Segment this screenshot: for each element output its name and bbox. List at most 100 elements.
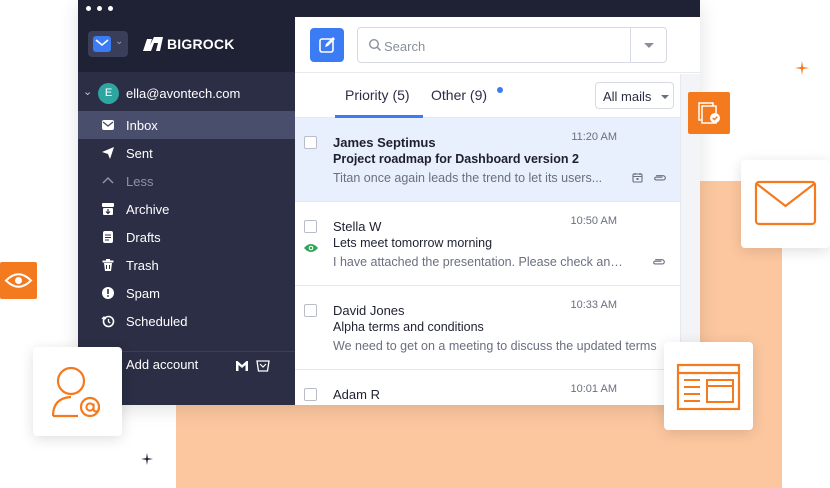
message-list: James Septimus Project roadmap for Dashb… [295, 118, 680, 405]
other-mail-provider-icon[interactable] [256, 359, 270, 372]
account-email: ella@avontech.com [126, 86, 241, 101]
message-sender: Adam R [333, 387, 380, 402]
message-sender: James Septimus [333, 135, 436, 150]
user-email-icon [51, 366, 101, 418]
sidebar-item-scheduled[interactable]: Scheduled [78, 307, 295, 335]
message-subject: Project roadmap for Dashboard version 2 [333, 152, 579, 166]
message-row[interactable]: Adam R 10:01 AM [295, 370, 680, 405]
bigrock-logo-icon [143, 37, 163, 51]
window-control-dot[interactable] [86, 6, 91, 11]
message-checkbox[interactable] [304, 136, 317, 149]
search-icon [368, 38, 382, 52]
tab-priority[interactable]: Priority (5) [345, 87, 410, 103]
message-sender: David Jones [333, 303, 405, 318]
message-time: 11:20 AM [571, 131, 617, 143]
brand-name: BIGROCK [167, 36, 235, 52]
message-preview: We need to get on a meeting to discuss t… [333, 339, 657, 353]
sparkle-icon [141, 453, 153, 465]
chevron-down-icon: ⌄ [115, 36, 124, 47]
gmail-icon[interactable] [235, 360, 249, 372]
window-titlebar [78, 0, 700, 17]
search-input[interactable] [384, 37, 624, 55]
eye-icon [304, 244, 318, 252]
chevron-down-icon [661, 95, 669, 99]
attachment-icon [654, 175, 667, 181]
message-checkbox[interactable] [304, 304, 317, 317]
folders-check-icon [698, 102, 720, 124]
tab-other[interactable]: Other (9) [431, 87, 487, 103]
chevron-up-icon [102, 176, 114, 184]
mail-app-window: ⌄ BIGROCK ⌄ E ella@avontech.com Inbox Se… [78, 0, 700, 405]
brand-logo: BIGROCK [142, 36, 235, 52]
browser-layout-icon [676, 363, 741, 411]
inbox-icon [102, 120, 114, 130]
message-indicators [632, 172, 667, 184]
avatar: E [98, 83, 119, 104]
window-control-dot[interactable] [108, 6, 113, 11]
mail-filter-label: All mails [603, 89, 652, 104]
add-account-label: Add account [126, 357, 199, 372]
sparkle-icon [795, 61, 809, 75]
message-preview: Titan once again leads the trend to let … [333, 171, 603, 185]
search-box [357, 27, 667, 63]
sidebar-item-trash[interactable]: Trash [78, 251, 295, 279]
mail-filter-dropdown[interactable]: All mails [595, 82, 674, 109]
sidebar-item-label: Spam [126, 286, 160, 301]
message-row[interactable]: James Septimus Project roadmap for Dashb… [295, 118, 680, 202]
search-options-dropdown[interactable] [630, 28, 666, 62]
main-panel: Priority (5) Other (9) All mails James S… [295, 17, 700, 405]
chevron-down-icon [644, 43, 654, 48]
sidebar-item-inbox[interactable]: Inbox [78, 111, 295, 139]
message-subject: Alpha terms and conditions [333, 320, 484, 334]
message-checkbox[interactable] [304, 388, 317, 401]
app-switcher[interactable]: ⌄ [88, 31, 128, 57]
eye-badge [0, 262, 37, 299]
sidebar-item-label: Archive [126, 202, 170, 217]
mail-app-icon [93, 36, 111, 52]
account-header[interactable]: ⌄ E ella@avontech.com [78, 81, 295, 107]
envelope-icon [754, 180, 817, 226]
sidebar-item-sent[interactable]: Sent [78, 139, 295, 167]
sidebar-item-less[interactable]: Less [78, 167, 295, 195]
message-sender: Stella W [333, 219, 382, 234]
folder-list: Inbox Sent Less Archive Drafts Trash Spa… [78, 111, 295, 335]
chevron-down-icon: ⌄ [83, 86, 93, 98]
toolbar [295, 17, 700, 73]
calendar-icon [632, 173, 643, 183]
send-icon [102, 147, 114, 159]
message-row[interactable]: Stella W Lets meet tomorrow morning I ha… [295, 202, 680, 286]
multi-folder-badge [688, 92, 730, 134]
message-subject: Lets meet tomorrow morning [333, 236, 493, 250]
drafts-icon [103, 231, 113, 243]
message-indicators [652, 256, 666, 268]
spam-icon [102, 287, 114, 299]
attachment-icon [653, 259, 665, 265]
sidebar-item-label: Less [126, 174, 154, 189]
mail-tabs: Priority (5) Other (9) All mails [295, 74, 680, 118]
sidebar-item-label: Drafts [126, 230, 161, 245]
sidebar-item-label: Inbox [126, 118, 158, 133]
envelope-card [741, 160, 830, 248]
message-preview: I have attached the presentation. Please… [333, 255, 628, 269]
contact-card [33, 347, 122, 436]
sidebar-item-label: Trash [126, 258, 159, 273]
message-checkbox[interactable] [304, 220, 317, 233]
trash-icon [102, 259, 114, 271]
scheduled-icon [101, 315, 115, 328]
message-time: 10:50 AM [570, 215, 617, 227]
sidebar-item-archive[interactable]: Archive [78, 195, 295, 223]
message-row[interactable]: David Jones Alpha terms and conditions W… [295, 286, 680, 370]
layout-card [664, 342, 753, 430]
window-control-dot[interactable] [97, 6, 102, 11]
eye-icon [4, 273, 33, 288]
message-time: 10:01 AM [570, 383, 617, 395]
sidebar-item-label: Sent [126, 146, 153, 161]
compose-icon [319, 37, 335, 53]
sidebar-item-label: Scheduled [126, 314, 188, 329]
sidebar-header: ⌄ BIGROCK [78, 17, 295, 72]
message-time: 10:33 AM [570, 299, 617, 311]
compose-button[interactable] [310, 28, 344, 62]
unread-indicator-dot [497, 87, 503, 93]
sidebar-item-spam[interactable]: Spam [78, 279, 295, 307]
sidebar-item-drafts[interactable]: Drafts [78, 223, 295, 251]
